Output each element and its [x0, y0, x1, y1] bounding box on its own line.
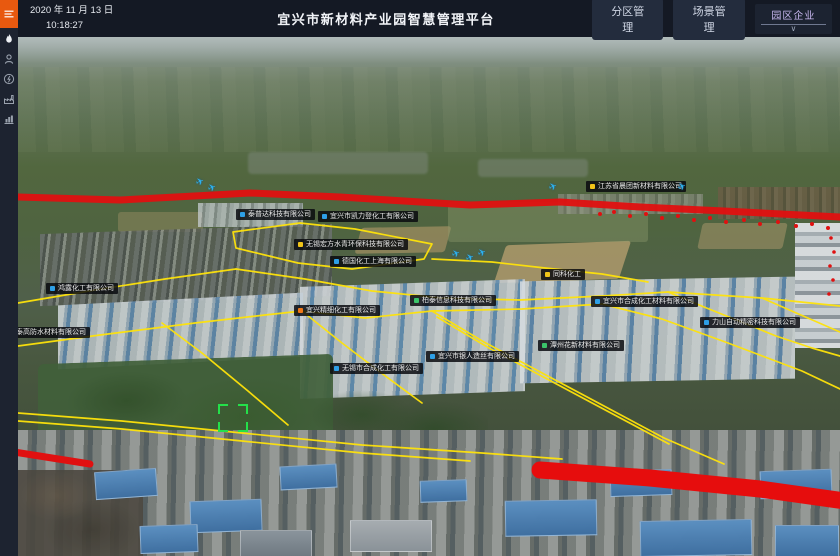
enterprise-label-text: 宜兴精细化工有限公司	[306, 305, 376, 316]
bar-chart-icon[interactable]	[3, 113, 15, 125]
person-icon[interactable]	[3, 53, 15, 65]
gray-roof-building	[240, 530, 312, 556]
reticle-corner	[218, 404, 228, 414]
sidebar-tools	[3, 28, 15, 125]
enterprise-label[interactable]: 鸿露化工有限公司	[46, 283, 118, 294]
building-cluster	[718, 187, 840, 219]
enterprise-label-text: 鸿露化工有限公司	[58, 283, 114, 294]
building-cluster	[795, 223, 840, 348]
enterprise-label[interactable]: 泰普达科技有限公司	[236, 209, 315, 220]
enterprise-label[interactable]: 宜兴市合成化工材料有限公司	[591, 296, 698, 307]
enterprise-marker-icon	[298, 242, 303, 247]
page-title: 宜兴市新材料产业园智慧管理平台	[180, 9, 592, 28]
menu-icon	[3, 8, 15, 20]
terrain-patch	[478, 159, 588, 177]
chevron-down-icon: ∨	[791, 25, 797, 33]
sidebar-menu-button[interactable]	[0, 0, 18, 28]
enterprise-marker-icon	[545, 272, 550, 277]
blue-roof-building	[94, 468, 158, 500]
horizon-haze	[18, 37, 840, 63]
enterprise-label[interactable]: 同科化工	[541, 269, 585, 280]
scene-management-button[interactable]: 场景管理	[673, 0, 744, 40]
building-cluster	[520, 277, 795, 384]
blue-roof-building	[760, 469, 833, 499]
blue-roof-building	[610, 469, 673, 497]
enterprise-label[interactable]: 宜兴市凯力登化工有限公司	[318, 211, 418, 222]
reticle-corner	[238, 404, 248, 414]
enterprise-label-text: 潭州花新材料有限公司	[550, 340, 620, 351]
enterprise-label-text: 无锡市合成化工有限公司	[342, 363, 419, 374]
enterprise-marker-icon	[430, 354, 435, 359]
flame-icon[interactable]	[3, 33, 15, 45]
enterprise-label[interactable]: 潭州花新材料有限公司	[538, 340, 624, 351]
tool-sidebar	[0, 0, 18, 556]
blue-roof-building	[189, 499, 262, 533]
datetime-block: 2020 年 11 月 13 日 10:18:27	[18, 4, 180, 33]
enterprise-label[interactable]: 宜兴精细化工有限公司	[294, 305, 380, 316]
enterprise-label[interactable]: 力山自动精密科技有限公司	[700, 317, 800, 328]
enterprise-label-text: 柏泰信息科技有限公司	[422, 295, 492, 306]
park-enterprise-dropdown[interactable]: 园区企业 ∨	[755, 4, 832, 34]
reticle-corner	[238, 422, 248, 432]
zone-management-button[interactable]: 分区管理	[592, 0, 663, 40]
reticle-corner	[218, 422, 228, 432]
enterprise-marker-icon	[704, 320, 709, 325]
blue-roof-building	[420, 479, 468, 503]
factory-icon[interactable]	[3, 93, 15, 105]
enterprise-label[interactable]: 江苏省晨团新材料有限公司	[586, 181, 686, 192]
dropdown-label: 园区企业	[771, 7, 815, 22]
blue-roof-building	[279, 464, 337, 491]
selection-reticle[interactable]	[218, 404, 248, 432]
blue-roof-building	[640, 519, 753, 556]
enterprise-label-text: 力山自动精密科技有限公司	[712, 317, 796, 328]
enterprise-label-text: 泰普达科技有限公司	[248, 209, 311, 220]
enterprise-label-text: 宜兴市合成化工材料有限公司	[603, 296, 694, 307]
enterprise-label-text: 无锡宏方水青环保科技有限公司	[306, 239, 404, 250]
current-date: 2020 年 11 月 13 日	[30, 4, 180, 18]
enterprise-label-text: 江苏省晨团新材料有限公司	[598, 181, 682, 192]
enterprise-label-text: 泰高防水材料有限公司	[16, 327, 86, 338]
enterprise-label-text: 同科化工	[553, 269, 581, 280]
gray-roof-building	[350, 520, 432, 552]
energy-icon[interactable]	[3, 73, 15, 85]
blue-roof-building	[505, 499, 598, 537]
building-cluster	[558, 194, 703, 214]
app-window: 泰普达科技有限公司 宜兴市凯力登化工有限公司 无锡宏方水青环保科技有限公司 德国…	[0, 0, 840, 556]
enterprise-label-text: 宜兴市银人造丝有限公司	[438, 351, 515, 362]
enterprise-marker-icon	[595, 299, 600, 304]
enterprise-marker-icon	[50, 286, 55, 291]
terrain-patch	[248, 152, 428, 174]
enterprise-marker-icon	[542, 343, 547, 348]
enterprise-marker-icon	[590, 184, 595, 189]
enterprise-label[interactable]: 宜兴市银人造丝有限公司	[426, 351, 519, 362]
enterprise-label-text: 德国化工上海有限公司	[342, 256, 412, 267]
enterprise-label[interactable]: 柏泰信息科技有限公司	[410, 295, 496, 306]
enterprise-label[interactable]: 无锡市合成化工有限公司	[330, 363, 423, 374]
enterprise-label-text: 宜兴市凯力登化工有限公司	[330, 211, 414, 222]
enterprise-label[interactable]: 无锡宏方水青环保科技有限公司	[294, 239, 408, 250]
enterprise-marker-icon	[414, 298, 419, 303]
current-time: 10:18:27	[46, 19, 180, 33]
top-header: 2020 年 11 月 13 日 10:18:27 宜兴市新材料产业园智慧管理平…	[18, 0, 840, 37]
terrain-far-fields	[18, 67, 840, 152]
header-actions: 分区管理 场景管理 园区企业 ∨	[592, 0, 840, 40]
blue-roof-building	[775, 525, 839, 556]
enterprise-marker-icon	[322, 214, 327, 219]
terrain-patch	[697, 223, 788, 249]
enterprise-marker-icon	[240, 212, 245, 217]
enterprise-marker-icon	[334, 259, 339, 264]
blue-roof-building	[140, 524, 199, 554]
enterprise-marker-icon	[298, 308, 303, 313]
enterprise-label[interactable]: 德国化工上海有限公司	[330, 256, 416, 267]
enterprise-marker-icon	[334, 366, 339, 371]
